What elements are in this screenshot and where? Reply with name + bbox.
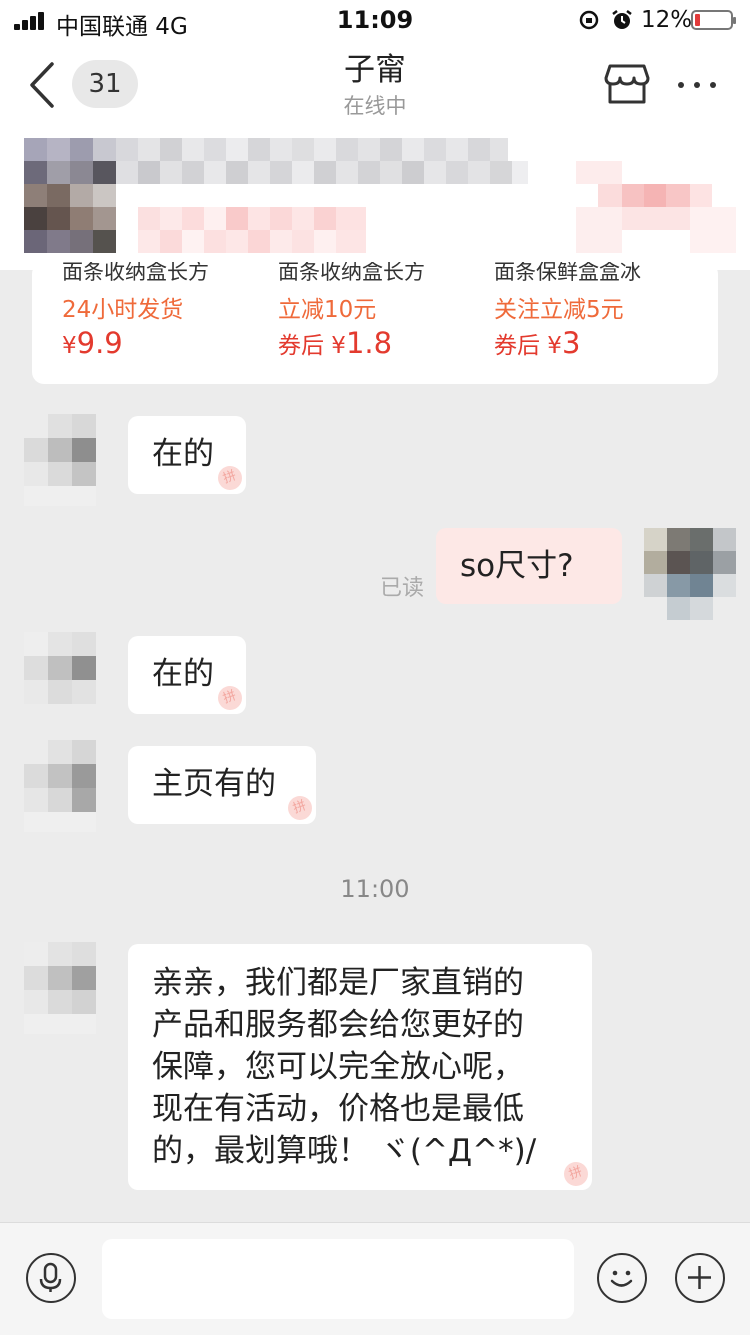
chat-header: 31 子甯 在线中: [0, 40, 750, 132]
pinduoduo-watermark-icon: 拼: [214, 462, 246, 494]
alarm-icon: [610, 9, 634, 36]
message-text-line: 保障，您可以完全放心呢，: [152, 1049, 524, 1085]
product-price: 券后 ¥3: [494, 326, 580, 360]
my-avatar[interactable]: [644, 528, 736, 620]
my-message-bubble[interactable]: so尺寸?: [436, 528, 622, 604]
seller-avatar[interactable]: [24, 414, 96, 506]
input-bar: [0, 1222, 750, 1335]
message-text-line: 产品和服务都会给您更好的: [152, 1007, 524, 1043]
store-button[interactable]: [604, 62, 650, 106]
seller-avatar[interactable]: [24, 632, 96, 724]
message-text-line: 亲亲，我们都是厂家直销的: [152, 965, 524, 1001]
status-bar: 中国联通 4G 11:09 12%: [0, 0, 750, 40]
voice-button[interactable]: [26, 1253, 76, 1303]
price-value: 3: [561, 326, 581, 360]
pinned-product-banner[interactable]: [0, 132, 750, 270]
seller-avatar[interactable]: [24, 740, 96, 832]
price-value: 1.8: [345, 326, 393, 360]
message-text-line: 的，最划算哦！ ヾ(^Д^*)/: [152, 1133, 537, 1169]
rotation-lock-icon: [578, 9, 600, 36]
product-promo: 关注立减5元: [494, 297, 624, 323]
message-input[interactable]: [102, 1239, 574, 1319]
more-options-button[interactable]: [672, 66, 722, 100]
product-promo: 立减10元: [278, 297, 377, 323]
product-recommendation-card: 面条收纳盒长方 24小时发货 ¥9.9 面条收纳盒长方 立减10元 券后 ¥1.…: [32, 262, 718, 384]
price-prefix: 券后 ¥: [494, 333, 562, 359]
pinduoduo-watermark-icon: 拼: [284, 792, 316, 824]
product-price: ¥9.9: [62, 326, 123, 360]
message-text: so尺寸?: [460, 548, 574, 584]
product-price: 券后 ¥1.8: [278, 326, 392, 360]
seller-avatar[interactable]: [24, 942, 96, 1034]
battery-percent: 12%: [641, 7, 693, 33]
product-title: 面条收纳盒长方: [278, 262, 425, 284]
add-button[interactable]: [675, 1253, 725, 1303]
microphone-icon: [39, 1262, 62, 1292]
message-text: 在的: [152, 656, 214, 692]
price-prefix: ¥: [62, 333, 77, 359]
status-time: 11:09: [336, 6, 414, 34]
read-receipt: 已读: [380, 576, 425, 601]
pinduoduo-watermark-icon: 拼: [214, 682, 246, 714]
product-title: 面条收纳盒长方: [62, 262, 209, 284]
message-text: 主页有的: [152, 766, 276, 802]
message-bubble[interactable]: 亲亲，我们都是厂家直销的 产品和服务都会给您更好的 保障，您可以完全放心呢， 现…: [128, 944, 592, 1190]
product-title: 面条保鲜盒盒冰: [494, 262, 641, 284]
time-divider: 11:00: [340, 875, 410, 903]
message-bubble[interactable]: 在的 拼: [128, 636, 246, 714]
message-text-line: 现在有活动，价格也是最低: [152, 1091, 524, 1127]
message-bubble[interactable]: 主页有的 拼: [128, 746, 316, 824]
message-bubble[interactable]: 在的 拼: [128, 416, 246, 494]
price-prefix: 券后 ¥: [278, 333, 346, 359]
price-value: 9.9: [76, 326, 123, 360]
message-text: 在的: [152, 436, 214, 472]
emoji-icon: [610, 1270, 633, 1287]
plus-icon: [688, 1266, 711, 1289]
emoji-button[interactable]: [597, 1253, 647, 1303]
battery-icon: [691, 10, 736, 30]
store-icon: [604, 64, 650, 104]
product-promo: 24小时发货: [62, 297, 184, 323]
